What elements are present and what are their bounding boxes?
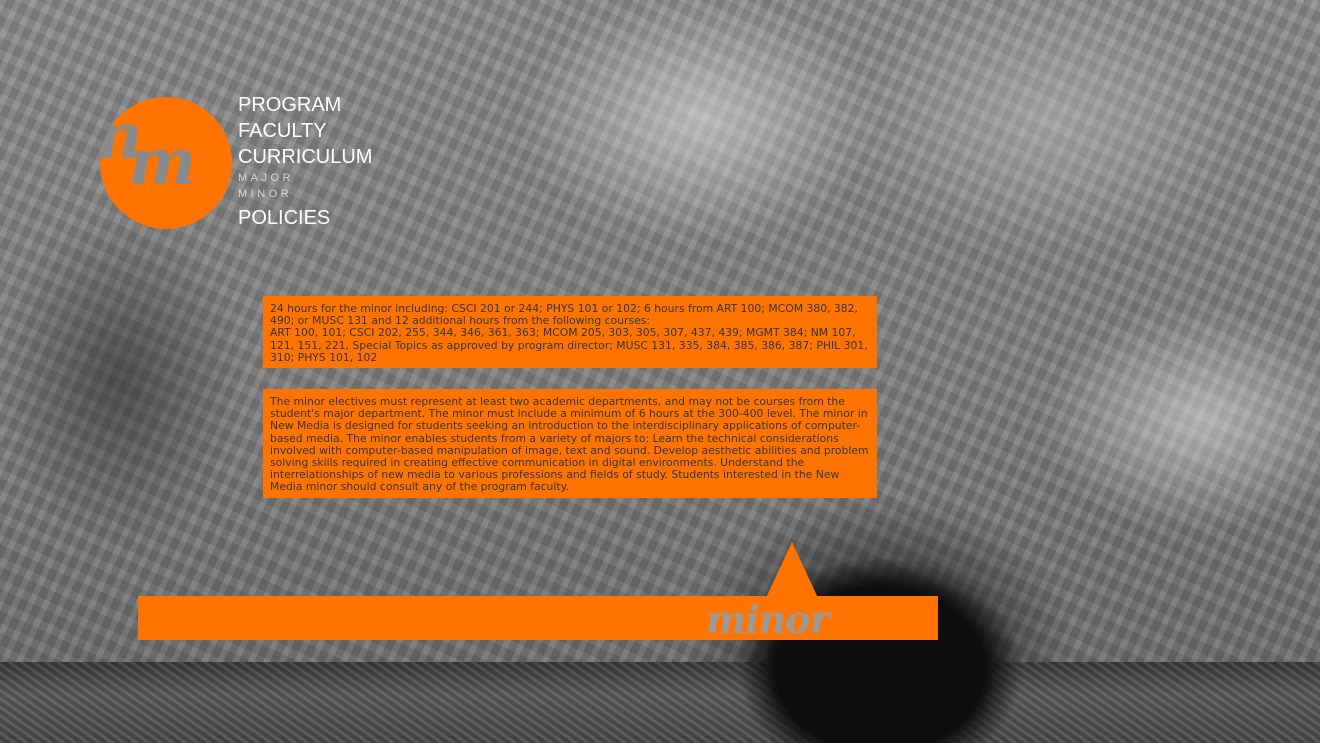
course-list-text: ART 100, 101; CSCI 202, 255, 344, 346, 3…: [270, 326, 868, 364]
description-box: The minor electives must represent at le…: [263, 389, 877, 498]
requirements-text: 24 hours for the minor including: CSCI 2…: [270, 302, 858, 328]
description-text: The minor electives must represent at le…: [270, 395, 869, 494]
nav-curriculum[interactable]: CURRICULUM: [238, 144, 438, 170]
nav-faculty[interactable]: FACULTY: [238, 118, 438, 144]
nav-major[interactable]: MAJOR: [238, 170, 438, 186]
section-pointer: [766, 542, 818, 598]
nav-minor[interactable]: MINOR: [238, 186, 438, 202]
logo-letter-m: m: [128, 125, 197, 200]
nm-logo[interactable]: nm: [100, 97, 232, 229]
logo-mark: nm: [100, 105, 232, 195]
nav-program[interactable]: PROGRAM: [238, 92, 438, 118]
section-label: minor: [706, 597, 830, 642]
requirements-box: 24 hours for the minor including: CSCI 2…: [263, 296, 877, 368]
pool-edge: [0, 662, 1320, 743]
main-navigation: PROGRAM FACULTY CURRICULUM MAJOR MINOR P…: [238, 92, 438, 231]
nav-policies[interactable]: POLICIES: [238, 205, 438, 231]
